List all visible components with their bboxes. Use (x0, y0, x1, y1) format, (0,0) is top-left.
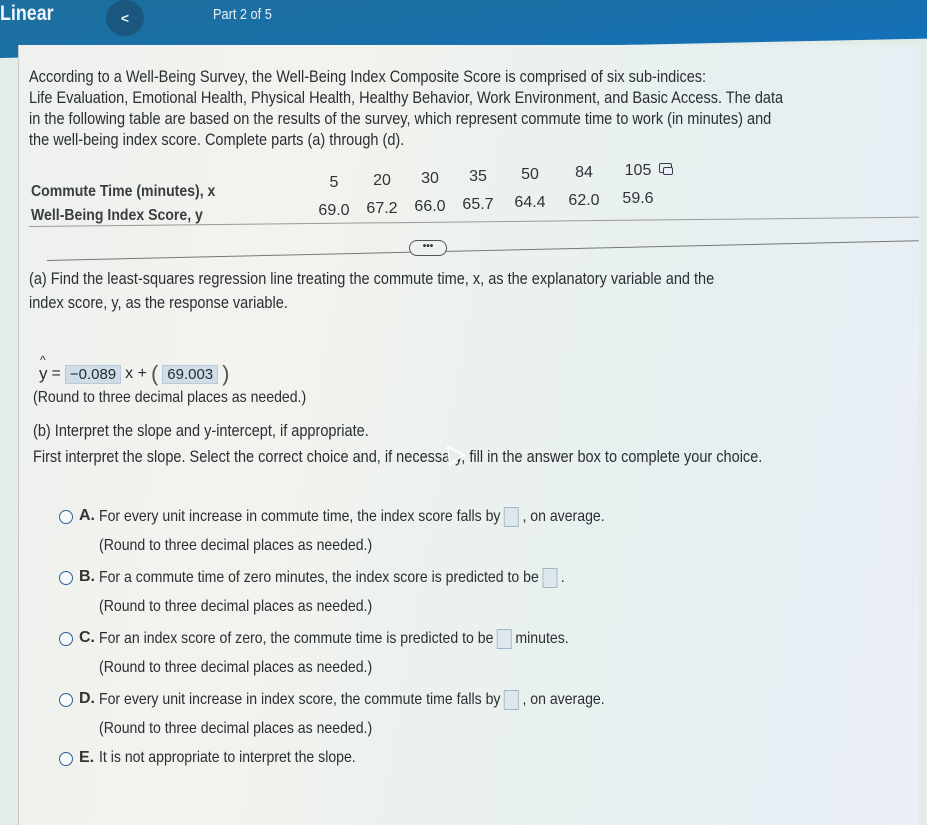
x-cell: 30 (421, 170, 439, 187)
x-cell: 35 (469, 168, 487, 185)
radio-button[interactable] (59, 693, 73, 707)
regression-equation: y = −0.089 x + ( 69.003 ) (39, 353, 230, 387)
row-label-x: Commute Time (minutes), x (31, 183, 216, 200)
x-cell: 84 (575, 164, 593, 181)
choice-note: (Round to three decimal places as needed… (99, 659, 373, 676)
intercept-answer-box[interactable]: 69.003 (162, 364, 219, 384)
x-cell: 50 (521, 166, 539, 183)
y-cell: 62.0 (568, 192, 600, 209)
y-cell: 64.4 (514, 194, 546, 211)
part-a-prompt: (a) Find the least-squares regression li… (29, 269, 714, 317)
choice-letter: E. (79, 749, 95, 766)
part-a-round-note: (Round to three decimal places as needed… (33, 389, 307, 406)
answer-box[interactable] (503, 507, 519, 527)
y-hat-symbol: y (39, 353, 48, 384)
choice-letter: A. (79, 507, 95, 524)
x-cell: 20 (373, 172, 391, 189)
y-cell: 67.2 (366, 200, 398, 217)
y-cell: 69.0 (318, 202, 350, 219)
choice-note: (Round to three decimal places as needed… (99, 537, 373, 554)
open-paren: ( (150, 361, 159, 386)
choice-letter: D. (79, 690, 95, 707)
choice-text-after: , on average. (522, 508, 605, 525)
x-cell: 5 (329, 174, 339, 191)
choice-text: For every unit increase in index score, … (99, 691, 501, 708)
answer-box[interactable] (542, 568, 558, 588)
intro-line: Life Evaluation, Emotional Health, Physi… (29, 89, 784, 107)
y-cell: 66.0 (414, 198, 446, 215)
x-cell: 105 (624, 162, 652, 179)
close-paren: ) (222, 361, 230, 386)
part-indicator: Part 2 of 5 (213, 6, 272, 23)
intro-line: the well-being index score. Complete par… (29, 131, 405, 149)
question-intro: According to a Well-Being Survey, the We… (29, 67, 783, 151)
radio-button[interactable] (59, 632, 73, 646)
choice-text: It is not appropriate to interpret the s… (99, 749, 356, 766)
slope-answer-box[interactable]: −0.089 (64, 364, 122, 384)
radio-button[interactable] (59, 571, 73, 585)
part-a-line: (a) Find the least-squares regression li… (29, 270, 715, 288)
part-b-instruction: First interpret the slope. Select the co… (33, 448, 763, 466)
choice-letter: B. (79, 568, 95, 585)
part-a-line: index score, y, as the response variable… (29, 294, 288, 312)
choice-text-after: , on average. (522, 691, 605, 708)
expand-more-button[interactable]: ••• (409, 240, 447, 256)
x-term: x + (125, 365, 147, 382)
equals-sign: = (51, 365, 61, 382)
back-button[interactable]: < (106, 0, 144, 36)
intro-line: in the following table are based on the … (29, 110, 772, 128)
radio-button[interactable] (59, 752, 73, 766)
app-title: Linear (0, 2, 54, 25)
divider (46, 240, 919, 261)
question-panel: According to a Well-Being Survey, the We… (18, 45, 919, 825)
choice-text-after: . (560, 569, 565, 586)
choice-note: (Round to three decimal places as needed… (99, 598, 373, 615)
choice-text: For an index score of zero, the commute … (99, 630, 494, 647)
part-b-prompt: (b) Interpret the slope and y-intercept,… (33, 422, 369, 440)
chevron-left-icon: < (120, 10, 130, 26)
answer-box[interactable] (503, 690, 519, 710)
y-cell: 59.6 (622, 190, 654, 207)
copy-icon[interactable] (659, 163, 673, 175)
answer-box[interactable] (496, 629, 512, 649)
choice-letter: C. (79, 629, 95, 646)
intro-line: According to a Well-Being Survey, the We… (29, 68, 707, 86)
choice-text: For every unit increase in commute time,… (99, 508, 501, 525)
y-cell: 65.7 (462, 196, 494, 213)
row-label-y: Well-Being Index Score, y (31, 207, 203, 224)
choice-text-after: minutes. (515, 630, 569, 647)
choice-text: For a commute time of zero minutes, the … (99, 569, 539, 586)
radio-button[interactable] (59, 510, 73, 524)
choice-note: (Round to three decimal places as needed… (99, 720, 373, 737)
